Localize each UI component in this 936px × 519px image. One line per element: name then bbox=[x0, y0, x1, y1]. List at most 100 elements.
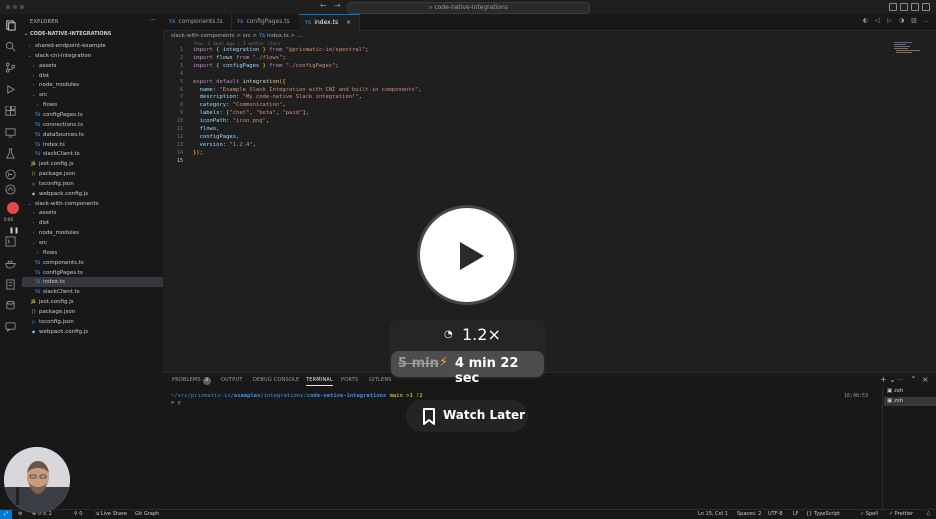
tree-file[interactable]: ▤ tsconfig.json bbox=[22, 317, 171, 327]
tree-folder[interactable]: › dist bbox=[22, 71, 171, 81]
tree-file[interactable]: TS slackClient.ts bbox=[22, 149, 175, 159]
breadcrumb-symbol[interactable]: … bbox=[297, 33, 303, 39]
panel-tab-problems[interactable]: PROBLEMS 2 bbox=[172, 377, 211, 385]
window-minimize-dot[interactable] bbox=[13, 5, 17, 9]
window-maximize-dot[interactable] bbox=[20, 5, 24, 9]
tree-file[interactable]: ▤ tsconfig.json bbox=[22, 179, 171, 189]
tree-folder[interactable]: › flows bbox=[22, 248, 175, 258]
terminal-input-line[interactable]: > ▯ bbox=[171, 400, 181, 406]
tree-file[interactable]: JS jest.config.js bbox=[22, 159, 171, 169]
tree-file[interactable]: ◆ webpack.config.js bbox=[22, 189, 171, 199]
tree-file[interactable]: {} package.json bbox=[22, 169, 171, 179]
extensions-icon[interactable] bbox=[5, 106, 16, 117]
toggle-secondary-sidebar-icon[interactable] bbox=[911, 3, 919, 11]
new-terminal-icon[interactable]: + bbox=[880, 375, 887, 384]
tree-file[interactable]: ◆ webpack.config.js bbox=[22, 327, 171, 337]
go-forward-icon[interactable]: ▷ bbox=[887, 18, 893, 24]
tree-file[interactable]: TS index.ts bbox=[22, 277, 175, 288]
tree-file[interactable]: TS dataSources.ts bbox=[22, 130, 175, 140]
panel-more-icon[interactable]: ··· bbox=[897, 377, 903, 384]
chat-icon[interactable] bbox=[5, 321, 16, 332]
compare-icon[interactable]: ◑ bbox=[899, 18, 905, 24]
play-button[interactable] bbox=[420, 208, 514, 302]
customize-layout-icon[interactable] bbox=[922, 3, 930, 11]
code-line: configPages, bbox=[193, 133, 240, 140]
split-editor-icon[interactable]: ▥ bbox=[911, 18, 917, 24]
tree-folder[interactable]: ⌄ slack-cni-integration bbox=[22, 51, 167, 61]
tree-folder[interactable]: › node_modules bbox=[22, 228, 171, 238]
live-share-icon[interactable] bbox=[5, 184, 16, 195]
chevron-down-icon[interactable]: ⌄ bbox=[889, 375, 896, 384]
gitlens-icon[interactable] bbox=[5, 169, 16, 180]
explorer-sidebar: EXPLORER ··· ⌄ CODE-NATIVE-INTEGRATIONS … bbox=[22, 14, 175, 509]
source-control-icon[interactable] bbox=[5, 62, 16, 73]
database-icon[interactable] bbox=[5, 300, 16, 311]
files-icon[interactable] bbox=[5, 20, 16, 31]
window-close-dot[interactable] bbox=[6, 5, 10, 9]
tree-file[interactable]: TS slackClient.ts bbox=[22, 287, 175, 297]
typescript-file-icon: TS bbox=[237, 20, 244, 25]
tree-folder[interactable]: › dist bbox=[22, 218, 171, 228]
tree-file[interactable]: JS jest.config.js bbox=[22, 297, 171, 307]
remote-explorer-icon[interactable] bbox=[5, 127, 16, 138]
more-actions-icon[interactable]: ··· bbox=[149, 16, 156, 24]
tree-folder[interactable]: ⌄ src bbox=[22, 90, 171, 100]
record-stop-button[interactable] bbox=[7, 202, 19, 214]
terminal-instance[interactable]: ▣ zsh bbox=[884, 387, 936, 396]
tree-file[interactable]: TS configPages.ts bbox=[22, 110, 175, 120]
nav-back-icon[interactable]: ← bbox=[320, 1, 327, 10]
search-icon[interactable] bbox=[5, 41, 16, 52]
nav-forward-icon[interactable]: → bbox=[334, 1, 341, 10]
run-debug-icon[interactable] bbox=[5, 84, 16, 95]
tree-folder[interactable]: › assets bbox=[22, 208, 171, 218]
close-panel-icon[interactable]: × bbox=[922, 375, 929, 384]
playback-speed-pill[interactable]: ◔ 1.2× 5 min ⚡ 4 min 22 sec bbox=[389, 319, 546, 386]
panel-tab-debug-console[interactable]: DEBUG CONSOLE bbox=[253, 377, 299, 383]
tree-folder[interactable]: › shared-endpoint-example bbox=[22, 41, 167, 51]
tree-file[interactable]: {} package.json bbox=[22, 307, 171, 317]
open-changes-icon[interactable]: ◐ bbox=[863, 18, 869, 24]
code-token: configPages bbox=[193, 133, 237, 140]
toggle-sidebar-icon[interactable] bbox=[889, 3, 897, 11]
tree-folder[interactable]: ⌄ src bbox=[22, 238, 171, 248]
panel-tab-terminal[interactable]: TERMINAL bbox=[306, 377, 334, 386]
tree-folder[interactable]: › flows bbox=[22, 100, 175, 110]
tree-file[interactable]: TS components.ts bbox=[22, 258, 175, 268]
breadcrumb-folder[interactable]: slack-with-components bbox=[171, 33, 235, 39]
terminal-instance[interactable]: ▣ zsh bbox=[884, 397, 936, 406]
code-line: labels: ["chat", "beta", "paid"], bbox=[193, 110, 309, 116]
panel-tab-gitlens[interactable]: GITLENS bbox=[369, 377, 392, 383]
breadcrumb-src[interactable]: src bbox=[243, 33, 251, 39]
editor-more-icon[interactable]: … bbox=[923, 18, 929, 24]
tab-configpages-ts[interactable]: TS configPages.ts bbox=[231, 14, 300, 30]
toggle-panel-icon[interactable] bbox=[900, 3, 908, 11]
tab-components-ts[interactable]: TS components.ts bbox=[163, 14, 232, 30]
command-center[interactable]: ⌕ code-native-integrations bbox=[347, 2, 590, 14]
go-back-icon[interactable]: ◁ bbox=[875, 18, 881, 24]
document-icon[interactable] bbox=[5, 279, 16, 290]
line-number: 7 bbox=[179, 94, 183, 101]
sped-up-duration: 4 min 22 sec bbox=[455, 356, 519, 386]
breadcrumb-file[interactable]: index.ts bbox=[267, 33, 289, 39]
tree-folder[interactable]: ⌄ slack-with-components bbox=[22, 199, 167, 209]
workspace-root-folder[interactable]: ⌄ CODE-NATIVE-INTEGRATIONS bbox=[24, 31, 111, 37]
pause-icon[interactable]: ❚❚ bbox=[9, 227, 19, 234]
code-token: from bbox=[236, 54, 253, 61]
tree-folder[interactable]: › node_modules bbox=[22, 80, 171, 90]
terminal-icon[interactable] bbox=[5, 236, 16, 247]
tab-index-ts[interactable]: TS index.ts × bbox=[299, 14, 360, 31]
watch-later-button[interactable]: Watch Later bbox=[406, 400, 528, 432]
tree-folder[interactable]: › assets bbox=[22, 61, 171, 71]
minimap[interactable] bbox=[894, 42, 924, 54]
panel-tab-ports[interactable]: PORTS bbox=[341, 377, 358, 383]
tree-file[interactable]: TS connections.ts bbox=[22, 120, 175, 130]
presenter-webcam-bubble[interactable] bbox=[4, 447, 70, 513]
tree-file[interactable]: TS configPages.ts bbox=[22, 268, 175, 278]
panel-tab-output[interactable]: OUTPUT bbox=[221, 377, 243, 383]
docker-icon[interactable] bbox=[5, 258, 16, 269]
code-editor[interactable]: You, 3 days ago | 1 author (You) 1234567… bbox=[163, 42, 936, 372]
testing-icon[interactable] bbox=[5, 148, 16, 159]
maximize-panel-icon[interactable]: ⌃ bbox=[910, 375, 917, 384]
tree-file[interactable]: TS index.ts bbox=[22, 140, 175, 150]
close-tab-icon[interactable]: × bbox=[346, 19, 351, 26]
